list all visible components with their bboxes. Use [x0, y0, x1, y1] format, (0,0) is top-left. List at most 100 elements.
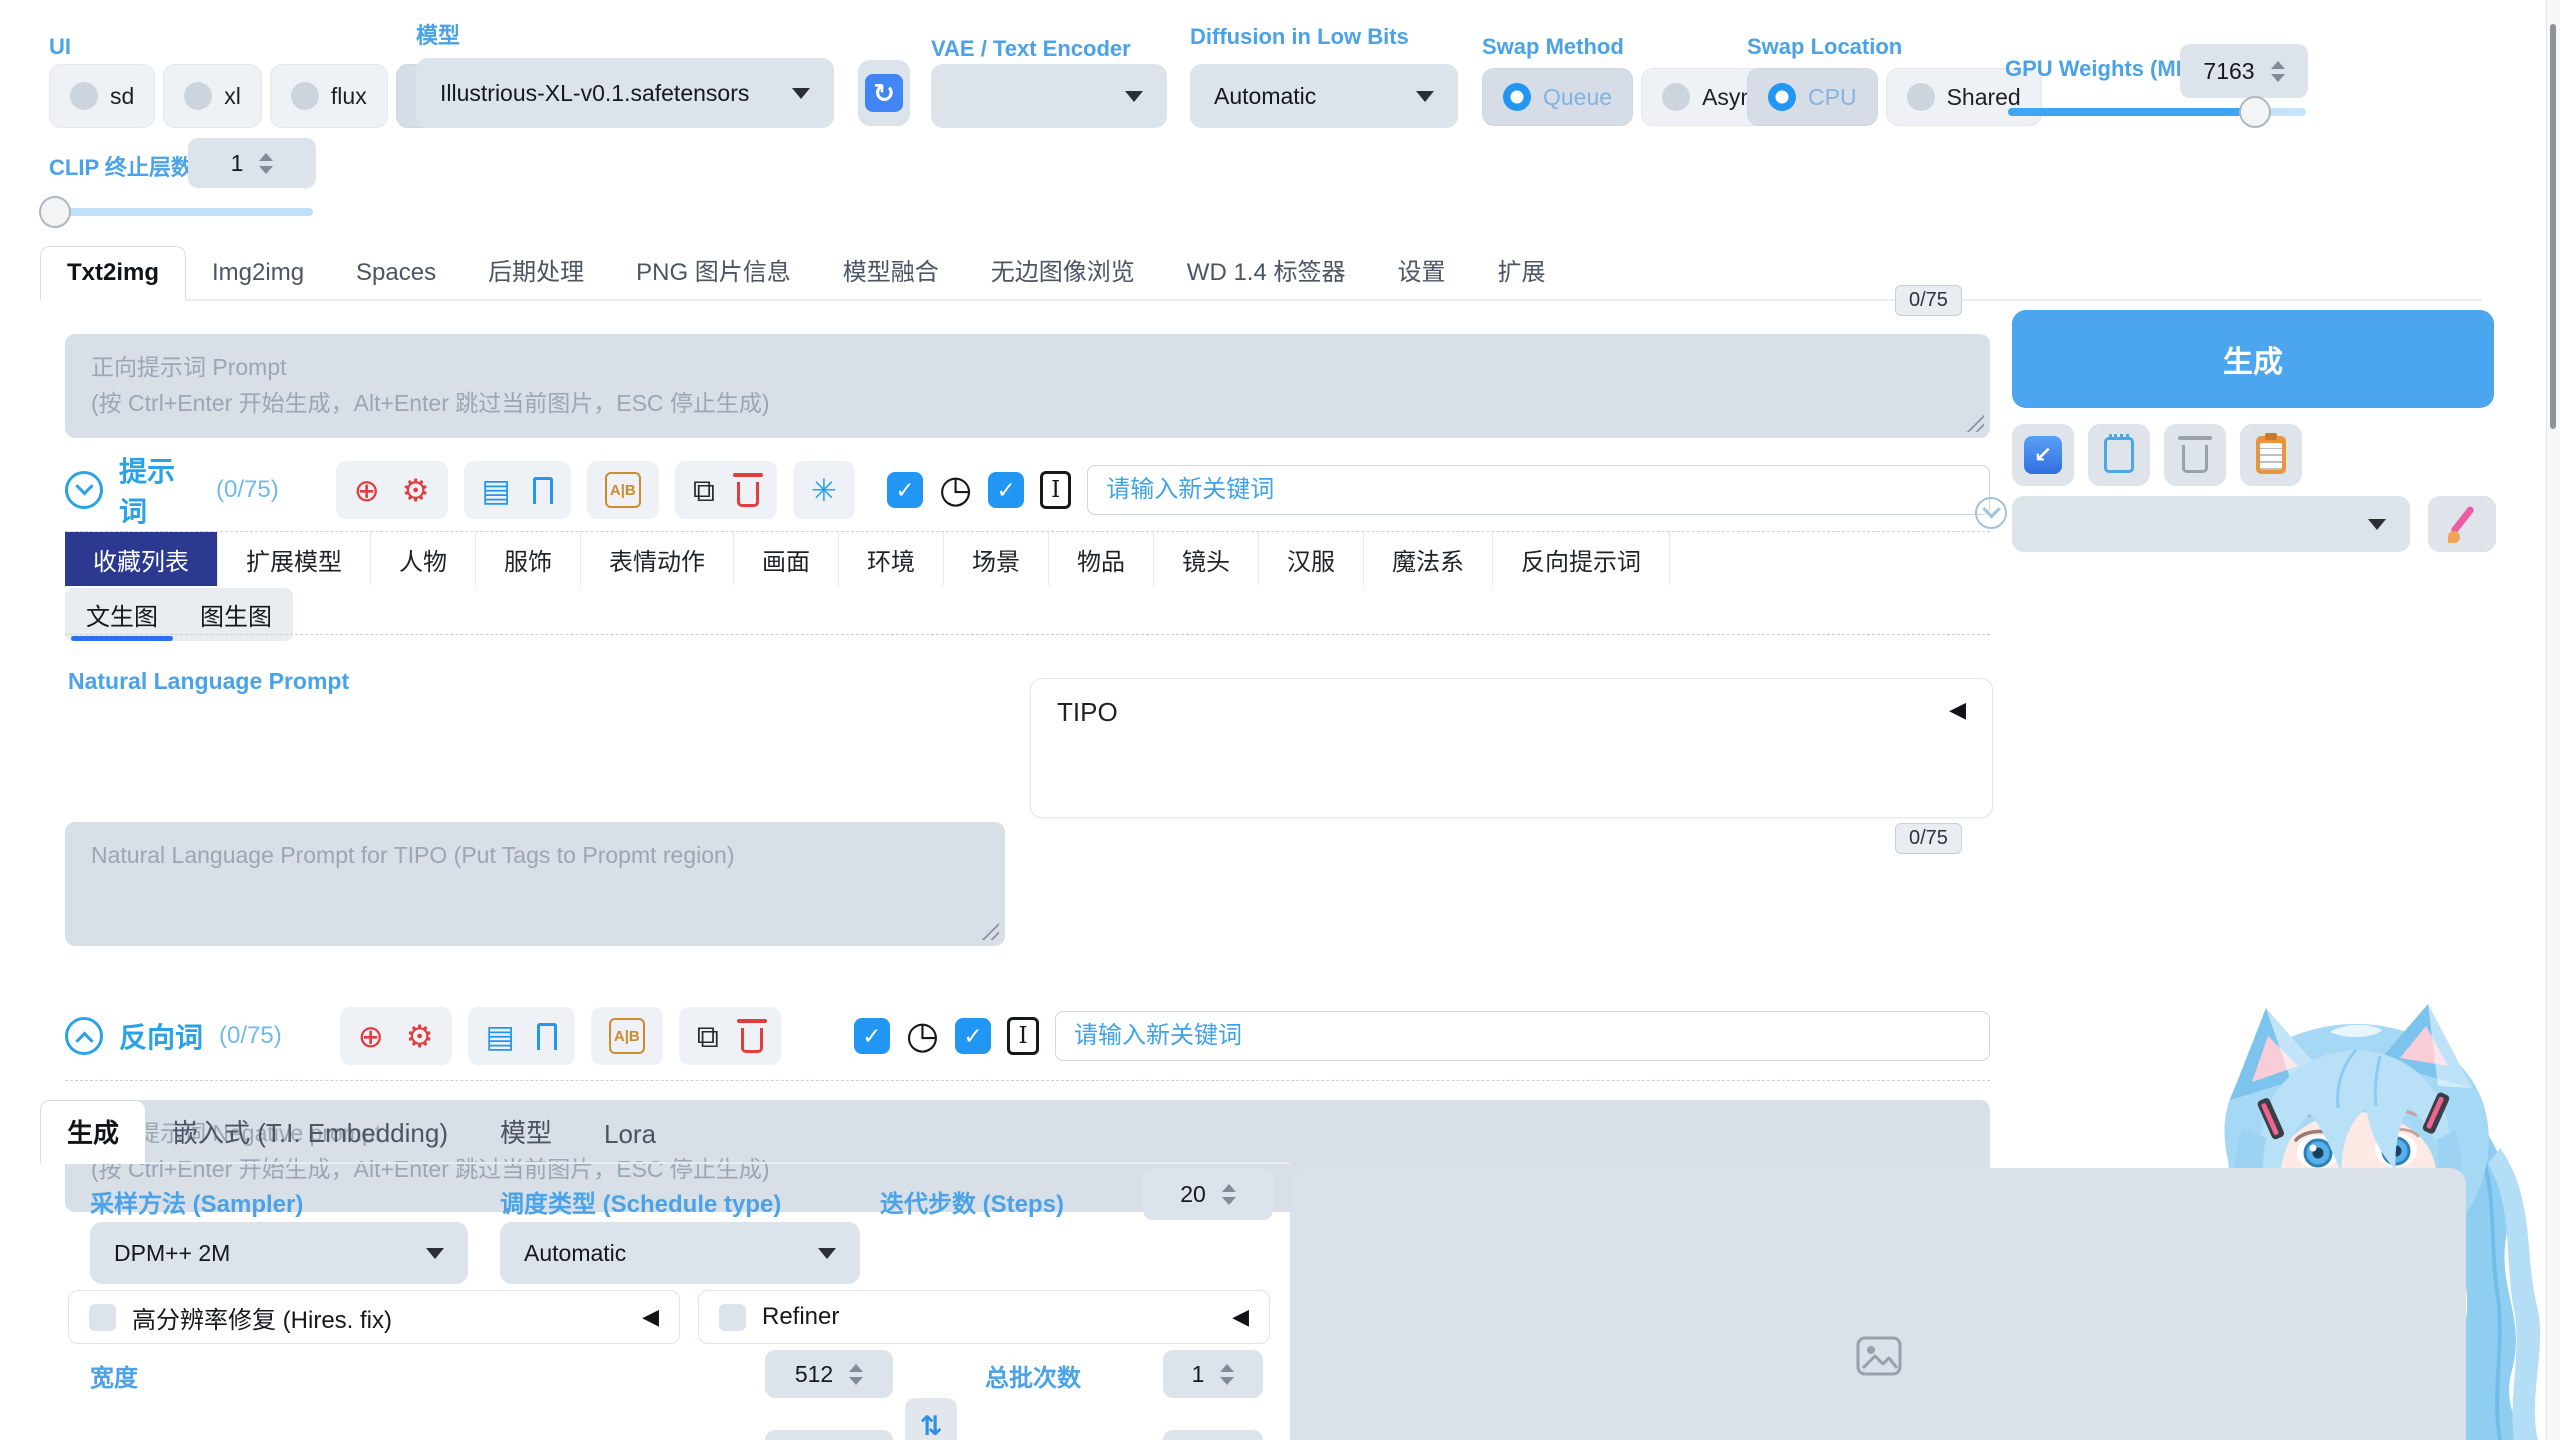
tab-img2img[interactable]: Img2img	[186, 247, 330, 299]
keyword-history-icon[interactable]: ◷	[939, 471, 972, 509]
tab-spaces[interactable]: Spaces	[330, 247, 462, 299]
tab-txt2img[interactable]: Txt2img	[40, 246, 186, 301]
batch-count-input[interactable]: 1	[1163, 1350, 1263, 1398]
swap-method-queue[interactable]: Queue	[1482, 68, 1633, 126]
gentab-lora[interactable]: Lora	[578, 1107, 682, 1162]
text-cursor-icon[interactable]: I	[1040, 471, 1071, 509]
tab-infinite-browser[interactable]: 无边图像浏览	[965, 240, 1161, 299]
discard-button[interactable]	[2164, 424, 2226, 486]
swap-dimensions-button[interactable]: ⇅	[905, 1398, 957, 1440]
hires-fix-accordion[interactable]: 高分辨率修复 (Hires. fix) ◀	[68, 1290, 680, 1344]
keyword-checkbox-1[interactable]: ✓	[854, 1018, 890, 1054]
spinner-arrows-icon[interactable]	[2271, 61, 2285, 82]
bookmark-icon[interactable]	[533, 477, 553, 504]
width-input[interactable]: 512	[765, 1350, 893, 1398]
category-tab-expression[interactable]: 表情动作	[581, 532, 734, 586]
clear-prompt-button[interactable]	[2088, 424, 2150, 486]
tab-postprocess[interactable]: 后期处理	[462, 240, 610, 299]
gentab-model[interactable]: 模型	[474, 1101, 578, 1162]
openai-icon[interactable]: ✳	[811, 475, 837, 506]
height-input[interactable]	[765, 1430, 893, 1440]
new-keyword-input[interactable]	[1087, 465, 1990, 515]
clip-skip-slider[interactable]	[45, 208, 313, 216]
collapse-negative-button[interactable]	[65, 1017, 103, 1055]
ui-option-flux[interactable]: flux	[270, 64, 388, 128]
trash-icon[interactable]	[741, 1028, 763, 1053]
spinner-arrows-icon[interactable]	[849, 1364, 863, 1385]
copy-icon[interactable]: ⧉	[697, 1021, 719, 1052]
swap-location-cpu[interactable]: CPU	[1747, 68, 1878, 126]
slider-thumb[interactable]	[39, 196, 71, 228]
keyword-checkbox-2[interactable]: ✓	[955, 1018, 991, 1054]
category-tab-composition[interactable]: 画面	[734, 532, 839, 586]
scrollbar-thumb[interactable]	[2550, 24, 2556, 429]
nlp-textarea[interactable]: Natural Language Prompt for TIPO (Put Ta…	[65, 822, 1005, 946]
category-tab-character[interactable]: 人物	[371, 532, 476, 586]
bookmark-icon[interactable]	[537, 1023, 557, 1050]
spinner-arrows-icon[interactable]	[1222, 1184, 1236, 1205]
ui-option-xl[interactable]: xl	[163, 64, 262, 128]
category-tab-environment[interactable]: 环境	[839, 532, 944, 586]
tab-wd14-tagger[interactable]: WD 1.4 标签器	[1161, 240, 1372, 299]
globe-icon[interactable]: ⊕	[358, 1021, 384, 1052]
vae-dropdown[interactable]	[931, 64, 1167, 128]
spinner-arrows-icon[interactable]	[259, 153, 273, 174]
gentab-embedding[interactable]: 嵌入式 (T.I. Embedding)	[146, 1101, 474, 1162]
text-cursor-icon[interactable]: I	[1007, 1017, 1039, 1055]
trash-icon[interactable]	[737, 482, 759, 507]
new-keyword-input[interactable]	[1055, 1011, 1990, 1061]
keyword-checkbox-2[interactable]: ✓	[988, 472, 1024, 508]
steps-input[interactable]: 20	[1143, 1168, 1273, 1220]
history-doc-icon[interactable]: ▤	[486, 1021, 515, 1052]
scrollbar-track[interactable]	[2546, 0, 2560, 1440]
category-tab-favorites[interactable]: 收藏列表	[65, 532, 218, 586]
category-tab-objects[interactable]: 物品	[1049, 532, 1154, 586]
tab-settings[interactable]: 设置	[1371, 240, 1471, 299]
slider-thumb[interactable]	[2239, 96, 2271, 128]
apply-style-button[interactable]	[2428, 496, 2496, 552]
translate-ab-icon[interactable]: A|B	[605, 472, 641, 508]
panel-collapse-button[interactable]	[1975, 497, 2007, 529]
tipo-accordion[interactable]: TIPO ◀	[1030, 678, 1993, 818]
restore-last-params-button[interactable]: ↙	[2012, 424, 2074, 486]
batch-size-input[interactable]	[1163, 1430, 1263, 1440]
collapse-prompt-button[interactable]	[65, 471, 103, 509]
keyword-history-icon[interactable]: ◷	[906, 1017, 939, 1055]
model-refresh-button[interactable]: ↻	[858, 60, 910, 126]
category-tab-negative[interactable]: 反向提示词	[1493, 532, 1670, 586]
category-tab-hanfu[interactable]: 汉服	[1259, 532, 1364, 586]
category-tab-clothing[interactable]: 服饰	[476, 532, 581, 586]
category-tab-scene[interactable]: 场景	[944, 532, 1049, 586]
clip-skip-input[interactable]: 1	[188, 138, 316, 188]
low-bits-dropdown[interactable]: Automatic	[1190, 64, 1458, 128]
category-tab-camera[interactable]: 镜头	[1154, 532, 1259, 586]
gpu-weights-slider[interactable]	[2008, 108, 2306, 116]
gear-icon[interactable]: ⚙	[406, 1021, 434, 1052]
globe-icon[interactable]: ⊕	[354, 475, 380, 506]
gentab-generate[interactable]: 生成	[40, 1100, 146, 1164]
refiner-checkbox[interactable]	[719, 1304, 746, 1331]
ui-option-sd[interactable]: sd	[49, 64, 155, 128]
hires-checkbox[interactable]	[89, 1304, 116, 1331]
refiner-accordion[interactable]: Refiner ◀	[698, 1290, 1270, 1344]
copy-icon[interactable]: ⧉	[693, 475, 715, 506]
category-tab-magic[interactable]: 魔法系	[1364, 532, 1493, 586]
spinner-arrows-icon[interactable]	[1220, 1364, 1234, 1385]
resize-handle-icon[interactable]	[979, 920, 999, 940]
style-dropdown[interactable]	[2012, 496, 2410, 552]
model-dropdown[interactable]: Illustrious-XL-v0.1.safetensors	[416, 58, 834, 128]
tab-extensions[interactable]: 扩展	[1471, 240, 1571, 299]
gear-icon[interactable]: ⚙	[402, 475, 430, 506]
prompt-textarea[interactable]: 正向提示词 Prompt (按 Ctrl+Enter 开始生成，Alt+Ente…	[65, 334, 1990, 438]
schedule-dropdown[interactable]: Automatic	[500, 1222, 860, 1284]
translate-ab-icon[interactable]: A|B	[609, 1018, 645, 1054]
sampler-dropdown[interactable]: DPM++ 2M	[90, 1222, 468, 1284]
tab-png-info[interactable]: PNG 图片信息	[610, 240, 817, 299]
paste-params-button[interactable]	[2240, 424, 2302, 486]
history-doc-icon[interactable]: ▤	[482, 475, 511, 506]
generate-button[interactable]: 生成	[2012, 310, 2494, 408]
keyword-checkbox-1[interactable]: ✓	[887, 472, 923, 508]
tab-model-merge[interactable]: 模型融合	[817, 240, 965, 299]
category-tab-extra-models[interactable]: 扩展模型	[218, 532, 371, 586]
gpu-weights-input[interactable]: 7163	[2180, 44, 2308, 98]
